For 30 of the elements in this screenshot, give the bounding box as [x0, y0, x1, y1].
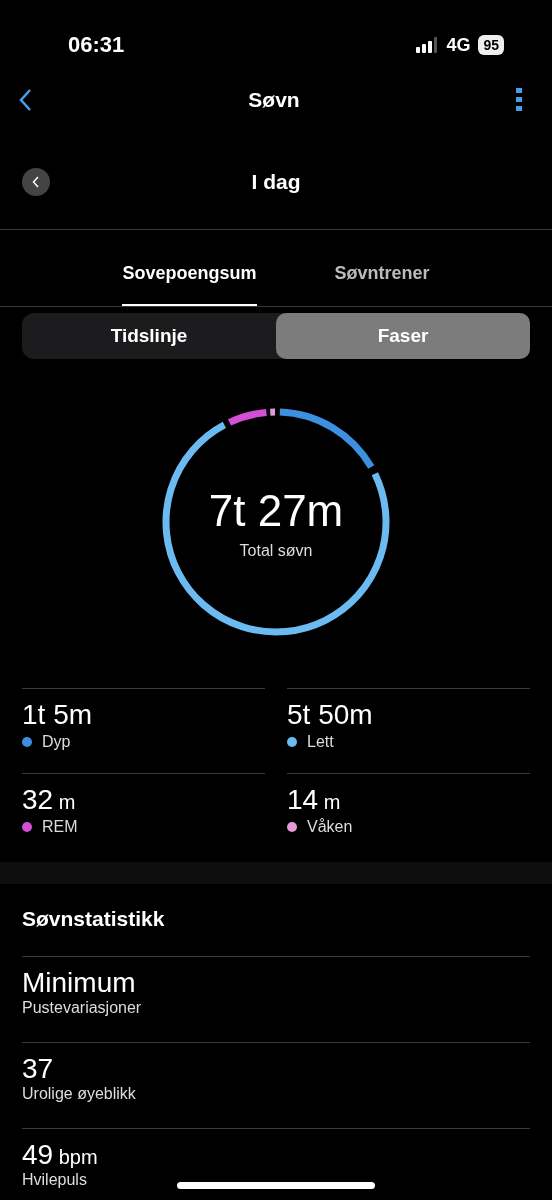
stat-value: Minimum — [22, 967, 136, 999]
back-icon[interactable] — [18, 88, 32, 112]
stage-name: Dyp — [42, 733, 71, 751]
stage-duration: 32 m — [22, 784, 76, 816]
segment-button[interactable]: Tidslinje — [22, 313, 276, 359]
stage-duration: 1t 5m — [22, 699, 93, 731]
battery-level: 95 — [478, 35, 504, 55]
status-time: 06:31 — [68, 32, 125, 58]
stage-duration: 5t 50m — [287, 699, 373, 731]
more-icon[interactable] — [516, 88, 522, 112]
stat-label: Hvilepuls — [22, 1171, 87, 1189]
chevron-left-icon — [32, 176, 40, 188]
tab[interactable]: Søvntrener — [334, 260, 430, 306]
stat-value: 49 bpm — [22, 1139, 98, 1171]
stage-duration: 14 m — [287, 784, 341, 816]
network-label: 4G — [446, 34, 471, 56]
total-sleep-value: 7t 27m — [208, 486, 344, 536]
stat-label: Urolige øyeblikk — [22, 1085, 136, 1103]
screen-title: Søvn — [248, 88, 300, 112]
stage-name: REM — [42, 818, 78, 836]
date-title: I dag — [250, 170, 302, 194]
segment-button[interactable]: Faser — [276, 313, 530, 359]
section-title: Søvnstatistikk — [22, 906, 166, 932]
stat-value: 37 — [22, 1053, 54, 1085]
previous-day-button[interactable] — [22, 168, 50, 196]
stage-name: Lett — [307, 733, 334, 751]
stat-label: Pustevariasjoner — [22, 999, 142, 1017]
signal-icon — [416, 37, 439, 53]
stage-name: Våken — [307, 818, 353, 836]
total-sleep-label: Total søvn — [239, 542, 313, 560]
